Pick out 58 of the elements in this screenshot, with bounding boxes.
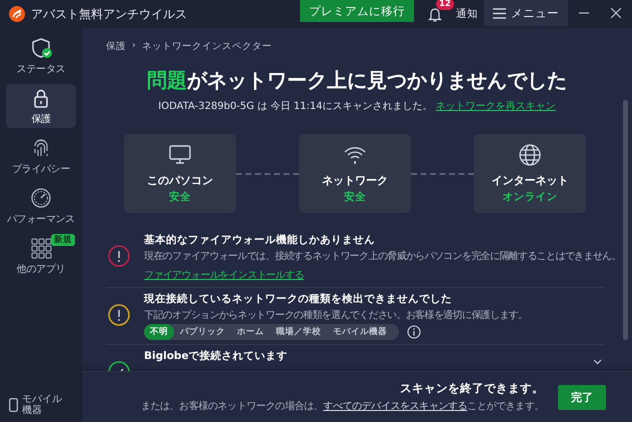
mobile-devices-item[interactable]: モバイル機器: [9, 394, 82, 416]
sidebar-item[interactable]: 保護: [6, 84, 76, 128]
sidebar-item-label: プライバシー: [12, 162, 70, 176]
issue-title: 現在接続しているネットワークの種類を検出できませんでした: [144, 293, 453, 308]
node-label: ネットワーク: [322, 173, 388, 188]
gauge-icon: [30, 186, 52, 208]
menu-icon: [493, 8, 506, 18]
notification-bell-icon: [428, 6, 442, 22]
mobile-devices-label: モバイル機器: [22, 394, 63, 416]
network-type-option[interactable]: モバイル機器: [327, 324, 393, 340]
issue-description: 下記のオプションからネットワークの種類を選んでください。お客様を適切に保護します。: [144, 309, 528, 322]
finish-scan-title: スキャンを終了できます。: [400, 381, 544, 396]
menu-button[interactable]: メニュー: [484, 0, 568, 26]
node-status: 安全: [344, 190, 366, 204]
notifications-label[interactable]: 通知: [456, 7, 478, 21]
breadcrumb-separator: ›: [132, 40, 136, 53]
window-title: アバスト無料アンチウイルス: [31, 6, 188, 22]
sidebar-item-label: 他のアプリ: [16, 262, 66, 276]
error-alert-icon: [108, 245, 130, 267]
network-type-option[interactable]: 職場／学校: [270, 324, 327, 340]
globe-icon: [518, 143, 542, 167]
done-button[interactable]: 完了: [558, 384, 606, 410]
apps-grid-icon: [30, 236, 52, 258]
issue-title: Biglobeで接続されています: [144, 350, 288, 364]
breadcrumb-item: ネットワークインスペクター: [142, 40, 272, 53]
sidebar-item[interactable]: ステータス: [6, 34, 76, 78]
phone-icon: [9, 398, 18, 412]
scrollbar[interactable]: [623, 100, 628, 340]
network-type-option[interactable]: 不明: [144, 324, 174, 340]
sidebar-item-label: ステータス: [16, 62, 66, 76]
sidebar-item[interactable]: プライバシー: [6, 134, 76, 178]
warning-alert-icon: [108, 304, 130, 326]
scan-all-devices-link[interactable]: すべてのデバイスをスキャンする: [323, 401, 468, 412]
page-heading: 問題がネットワーク上に見つかりませんでした: [146, 67, 568, 94]
sidebar-item-label: パフォーマンス: [7, 212, 75, 226]
network-type-option[interactable]: パブリック: [174, 324, 231, 340]
node-status: オンライン: [502, 190, 558, 204]
app-logo: [9, 6, 25, 22]
sidebar-item-label: 保護: [31, 112, 51, 126]
sidebar-item[interactable]: パフォーマンス: [6, 184, 76, 228]
shield-check-icon: [30, 36, 52, 58]
notification-count-badge: 12: [436, 0, 454, 10]
issue-title: 基本的なファイアウォール機能しかありません: [144, 234, 376, 248]
install-firewall-link[interactable]: ファイアウォールをインストールする: [144, 268, 304, 282]
new-badge: 新規: [51, 234, 75, 246]
issue-description: 現在のファイアウォールでは、接続するネットワーク上の脅威からパソコンを完全に隔離することはできません。: [144, 250, 621, 263]
sidebar-item[interactable]: 新規 他のアプリ: [6, 234, 76, 278]
scan-info-text: IODATA-3289b0-5G は 今日 11:14にスキャンされました。: [158, 101, 433, 112]
premium-button[interactable]: プレミアムに移行: [300, 0, 414, 22]
node-label: このパソコン: [147, 173, 213, 188]
node-status: 安全: [169, 190, 191, 204]
breadcrumb-item[interactable]: 保護: [106, 40, 126, 53]
network-type-option[interactable]: ホーム: [231, 324, 270, 340]
close-icon: [611, 8, 621, 18]
rescan-link[interactable]: ネットワークを再スキャン: [436, 101, 556, 112]
scan-all-devices-sentence: または、お客様のネットワークの場合は、すべてのデバイスをスキャンすることができます。: [140, 400, 544, 413]
node-label: インターネット: [492, 173, 568, 188]
info-icon: [407, 325, 421, 340]
